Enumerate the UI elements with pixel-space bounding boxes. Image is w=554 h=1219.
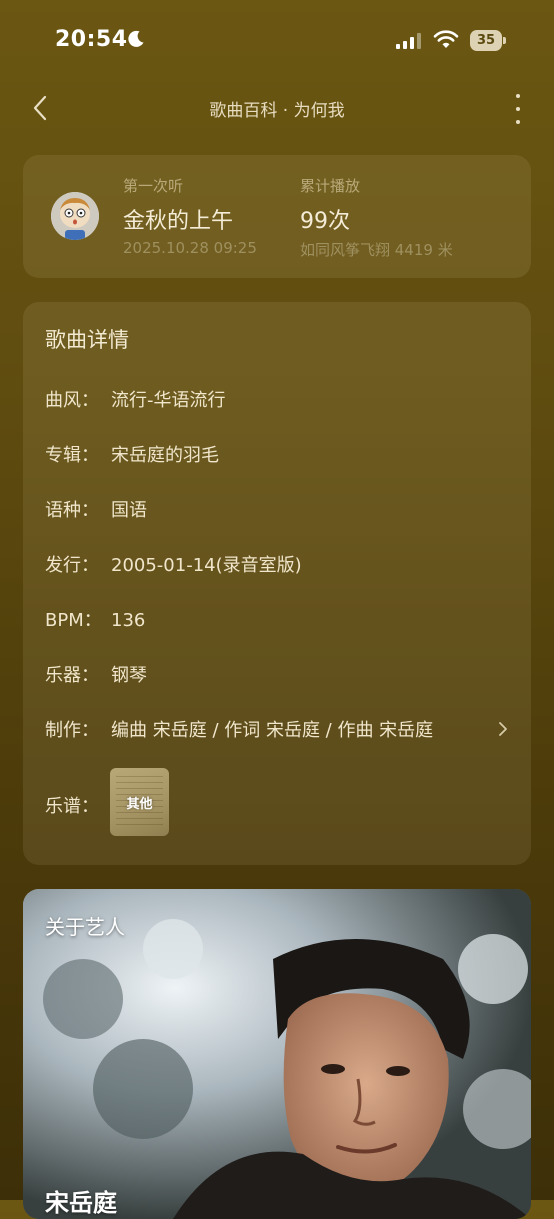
bpm-key: BPM：	[45, 610, 102, 631]
detail-row-release: 发行： 2005-01-14(录音室版)	[45, 551, 302, 577]
artist-name[interactable]: 宋岳庭	[45, 1183, 117, 1218]
chevron-right-icon[interactable]	[497, 719, 509, 739]
album-key: 专辑：	[45, 445, 99, 466]
release-key: 发行：	[45, 555, 99, 576]
genre-key: 曲风：	[45, 390, 99, 411]
battery-icon: 35	[470, 30, 506, 51]
cellular-signal-icon	[396, 33, 421, 49]
moon-icon	[128, 30, 144, 47]
avatar[interactable]	[51, 192, 99, 240]
details-title: 歌曲详情	[45, 328, 129, 352]
status-time: 20:54	[55, 27, 128, 52]
song-details-card: 歌曲详情 曲风： 流行-华语流行 专辑： 宋岳庭的羽毛 语种： 国语 发行： 2005-…	[23, 302, 531, 865]
detail-row-genre: 曲风： 流行-华语流行	[45, 386, 226, 412]
detail-row-language: 语种： 国语	[45, 496, 147, 522]
sheet-music-thumbnail[interactable]: 其他	[110, 768, 169, 836]
bpm-value: 136	[111, 610, 146, 631]
artist-card[interactable]: 关于艺人 宋岳庭	[23, 889, 531, 1219]
language-key: 语种：	[45, 500, 99, 521]
genre-value[interactable]: 流行-华语流行	[111, 390, 226, 411]
artist-section-title: 关于艺人	[45, 915, 125, 939]
listen-stats-card: 第一次听 金秋的上午 2025.10.28 09:25 累计播放 99次 如同风…	[23, 155, 531, 278]
release-value: 2005-01-14(录音室版)	[111, 555, 302, 576]
detail-row-bpm: BPM： 136	[45, 606, 145, 632]
credits-key: 制作：	[45, 720, 99, 741]
sheet-music-key: 乐谱：	[45, 796, 99, 817]
play-count-sub: 如同风筝飞翔 4419 米	[300, 241, 453, 259]
credits-value[interactable]: 编曲 宋岳庭 / 作词 宋岳庭 / 作曲 宋岳庭	[111, 720, 433, 741]
status-bar: 20:54 35	[0, 0, 554, 84]
first-listen-date: 2025.10.28 09:25	[123, 239, 257, 257]
play-count-label: 累计播放	[300, 177, 361, 195]
detail-row-instrument: 乐器： 钢琴	[45, 661, 147, 687]
battery-level: 35	[470, 30, 502, 51]
nav-bar: 歌曲百科 · 为何我	[0, 84, 554, 132]
first-listen-value: 金秋的上午	[123, 209, 234, 234]
play-count-value: 99次	[300, 209, 350, 234]
detail-row-credits[interactable]: 制作： 编曲 宋岳庭 / 作词 宋岳庭 / 作曲 宋岳庭	[45, 716, 433, 742]
detail-row-album: 专辑： 宋岳庭的羽毛	[45, 441, 219, 467]
more-vertical-icon	[516, 94, 520, 98]
avatar-image	[51, 192, 99, 240]
album-value[interactable]: 宋岳庭的羽毛	[111, 445, 219, 466]
more-button[interactable]	[513, 94, 523, 124]
instrument-key: 乐器：	[45, 665, 99, 686]
first-listen-label: 第一次听	[123, 177, 184, 195]
sheet-music-thumb-label: 其他	[126, 797, 153, 812]
page-title: 歌曲百科 · 为何我	[209, 101, 345, 121]
wifi-icon	[433, 30, 459, 48]
language-value: 国语	[111, 500, 147, 521]
instrument-value: 钢琴	[111, 665, 147, 686]
